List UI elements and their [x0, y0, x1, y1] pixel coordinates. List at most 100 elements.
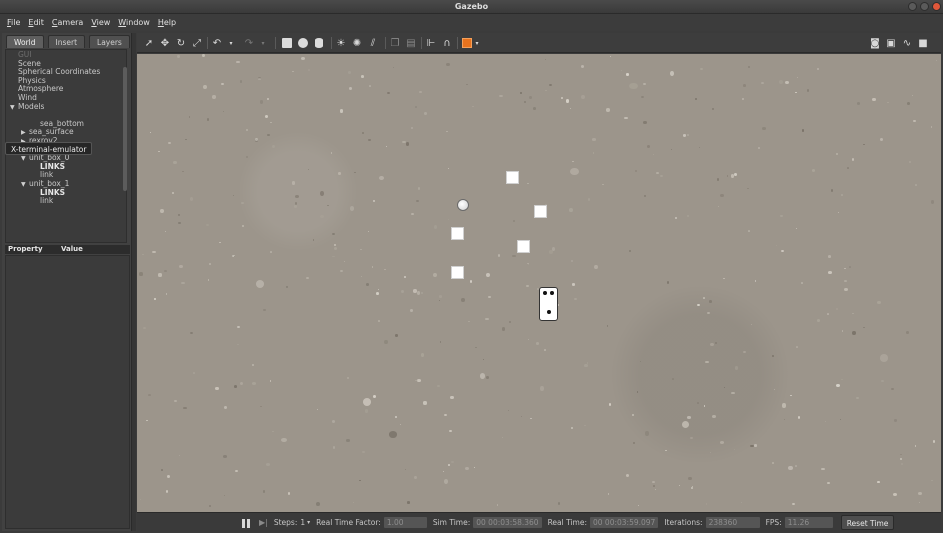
tab-insert[interactable]: Insert — [47, 35, 86, 48]
ground-pebble — [166, 475, 170, 479]
ground-pebble — [185, 138, 187, 140]
ground-pebble — [569, 108, 571, 110]
ground-pebble — [906, 331, 910, 334]
menu-help[interactable]: Help — [154, 18, 180, 27]
unit-box-model[interactable] — [534, 205, 547, 218]
spot-light-icon[interactable]: ✺ — [351, 37, 363, 49]
ground-pebble — [367, 230, 370, 233]
ground-pebble — [236, 343, 239, 345]
ground-pebble — [742, 84, 746, 88]
tab-world[interactable]: World — [6, 35, 44, 48]
scale-icon[interactable]: ⤢ — [191, 37, 203, 49]
ground-pebble — [801, 129, 805, 132]
tree-item[interactable] — [21, 110, 29, 119]
menu-window[interactable]: Window — [114, 18, 154, 27]
select-arrow-icon[interactable]: ➚ — [143, 37, 155, 49]
tree-item-label: link — [40, 196, 54, 206]
minimize-button[interactable] — [908, 2, 917, 11]
ground-pebble — [594, 264, 599, 269]
tree-scrollbar[interactable] — [123, 67, 127, 191]
rotate-icon[interactable]: ↻ — [175, 37, 187, 49]
ground-pebble — [233, 384, 238, 388]
rexrov2-model[interactable] — [539, 287, 558, 321]
unit-box-model[interactable] — [506, 171, 519, 184]
ground-pebble — [182, 170, 185, 173]
cylinder-icon[interactable] — [313, 37, 325, 49]
undo-icon[interactable]: ↶ — [211, 37, 223, 49]
ground-pebble — [163, 269, 168, 273]
ground-pebble — [409, 309, 413, 313]
ground-pebble — [480, 372, 486, 379]
ground-pebble — [330, 152, 332, 154]
sphere-model[interactable] — [457, 199, 469, 211]
ground-pebble — [783, 418, 785, 421]
translate-icon[interactable]: ✥ — [159, 37, 171, 49]
view-dropdown-icon[interactable]: ▾ — [471, 37, 483, 49]
maximize-button[interactable] — [920, 2, 929, 11]
undo-history-icon[interactable]: ▾ — [225, 37, 237, 49]
log-icon[interactable]: ▣ — [885, 37, 897, 49]
property-column-header: Property — [8, 245, 43, 253]
ground-pebble — [259, 405, 262, 407]
close-button[interactable] — [932, 2, 941, 11]
reset-time-button[interactable]: Reset Time — [840, 515, 895, 530]
rover-thruster — [550, 291, 554, 295]
ground-pebble — [571, 160, 574, 163]
rtf-value: 1.00 — [383, 517, 427, 528]
ground-pebble — [501, 437, 503, 439]
ground-pebble — [521, 415, 523, 418]
ground-pebble — [420, 353, 425, 358]
ground-pebble — [900, 453, 902, 456]
ground-pebble — [711, 107, 715, 110]
directional-light-icon[interactable]: ⫽ — [367, 37, 379, 49]
ground-pebble — [543, 349, 546, 351]
redo-icon[interactable]: ↷ — [243, 37, 255, 49]
video-icon[interactable]: ■ — [917, 37, 929, 49]
ground-pebble — [287, 492, 291, 496]
ground-pebble — [863, 143, 866, 146]
menu-file[interactable]: File — [3, 18, 24, 27]
ground-pebble — [399, 423, 402, 426]
point-light-icon[interactable]: ☀ — [335, 37, 347, 49]
ground-pebble — [343, 260, 345, 262]
redo-history-icon[interactable]: ▾ — [257, 37, 269, 49]
ground-pebble — [401, 290, 405, 294]
ground-pebble — [270, 121, 273, 124]
scene-viewport[interactable] — [137, 54, 941, 512]
copy-icon[interactable]: ❐ — [389, 37, 401, 49]
unit-box-model[interactable] — [451, 227, 464, 240]
tree-item[interactable]: link — [32, 196, 53, 205]
unit-box-model[interactable] — [451, 266, 464, 279]
ground-pebble — [841, 378, 843, 380]
pause-button[interactable] — [241, 518, 251, 528]
panel-splitter[interactable] — [132, 33, 136, 531]
ground-pebble — [183, 407, 187, 410]
steps-dropdown-icon[interactable]: ▾ — [307, 519, 310, 526]
ground-pebble — [416, 291, 421, 295]
tab-layers[interactable]: Layers — [89, 35, 130, 48]
step-icon[interactable]: ▶| — [259, 518, 268, 527]
snap-icon[interactable]: ∩ — [441, 37, 453, 49]
menu-edit[interactable]: Edit — [24, 18, 48, 27]
box-icon[interactable] — [281, 37, 293, 49]
menu-camera[interactable]: Camera — [48, 18, 87, 27]
ground-pebble — [636, 391, 639, 393]
expand-arrow-icon[interactable]: ▼ — [21, 180, 29, 189]
steps-value[interactable]: 1 — [300, 518, 305, 527]
ground-pebble — [190, 331, 194, 335]
screenshot-icon[interactable]: ◙ — [869, 37, 881, 49]
unit-box-model[interactable] — [517, 240, 530, 253]
sphere-icon[interactable] — [297, 37, 309, 49]
align-icon[interactable]: ⊩ — [425, 37, 437, 49]
ground-pebble — [354, 171, 357, 174]
plot-icon[interactable]: ∿ — [901, 37, 913, 49]
ground-pebble — [892, 492, 897, 496]
ground-pebble — [740, 502, 742, 504]
expand-arrow-icon[interactable]: ▼ — [10, 103, 18, 112]
ground-pebble — [592, 138, 596, 141]
ground-pebble — [911, 94, 913, 96]
menu-view[interactable]: View — [87, 18, 114, 27]
ground-pebble — [413, 475, 417, 479]
ground-pebble — [602, 183, 605, 185]
paste-icon[interactable]: ▤ — [405, 37, 417, 49]
